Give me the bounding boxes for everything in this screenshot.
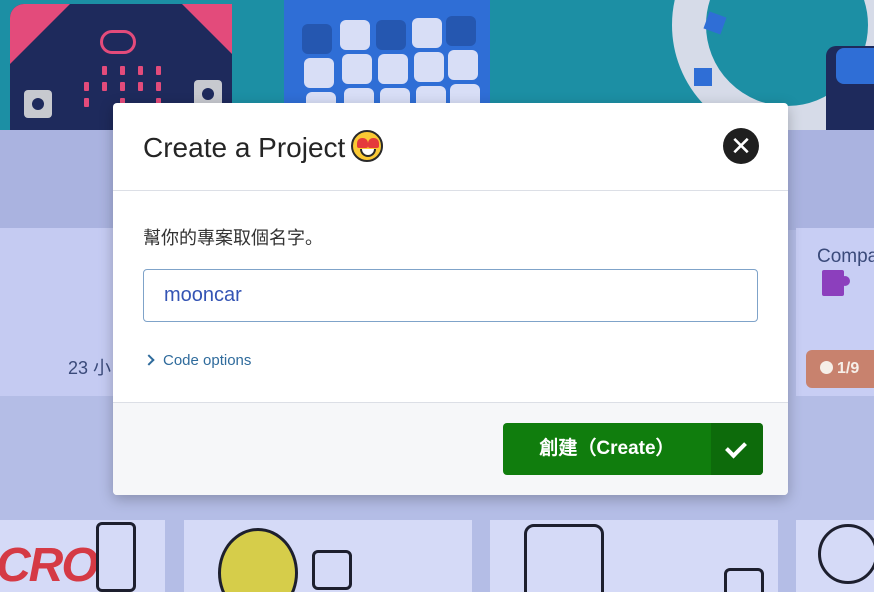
puzzle-icon [822, 270, 850, 296]
gallery-card[interactable]: CRO [0, 520, 165, 592]
card-count-text: 23 小 [68, 358, 112, 378]
close-icon[interactable]: ✕ [723, 128, 759, 164]
dialog-title: Create a Project [143, 130, 384, 164]
dialog-title-text: Create a Project [143, 132, 346, 163]
dialog-body: 幫你的專案取個名字。 Code options [113, 192, 788, 402]
code-options-toggle[interactable]: Code options [143, 352, 252, 369]
create-button[interactable]: 創建（Create） [503, 423, 763, 475]
gallery-card[interactable] [184, 520, 472, 592]
badge-text: 1/9 [837, 360, 860, 377]
chevron-right-icon [143, 354, 155, 366]
create-button-label: 創建（Create） [539, 438, 675, 459]
gallery-card[interactable] [490, 520, 778, 592]
dialog-header: Create a Project ✕ [113, 103, 788, 191]
heart-eyes-emoji-icon [351, 130, 384, 162]
check-icon [711, 423, 763, 475]
progress-badge: 1/9 [806, 350, 874, 388]
dialog-footer: 創建（Create） [113, 402, 788, 495]
gallery-card[interactable] [796, 520, 874, 592]
project-name-input[interactable] [143, 269, 758, 322]
project-name-prompt: 幫你的專案取個名字。 [143, 228, 323, 248]
side-card-title: Compa [817, 246, 874, 267]
create-project-dialog: Create a Project ✕ 幫你的專案取個名字。 Code optio… [113, 103, 788, 495]
code-options-label: Code options [163, 352, 252, 369]
